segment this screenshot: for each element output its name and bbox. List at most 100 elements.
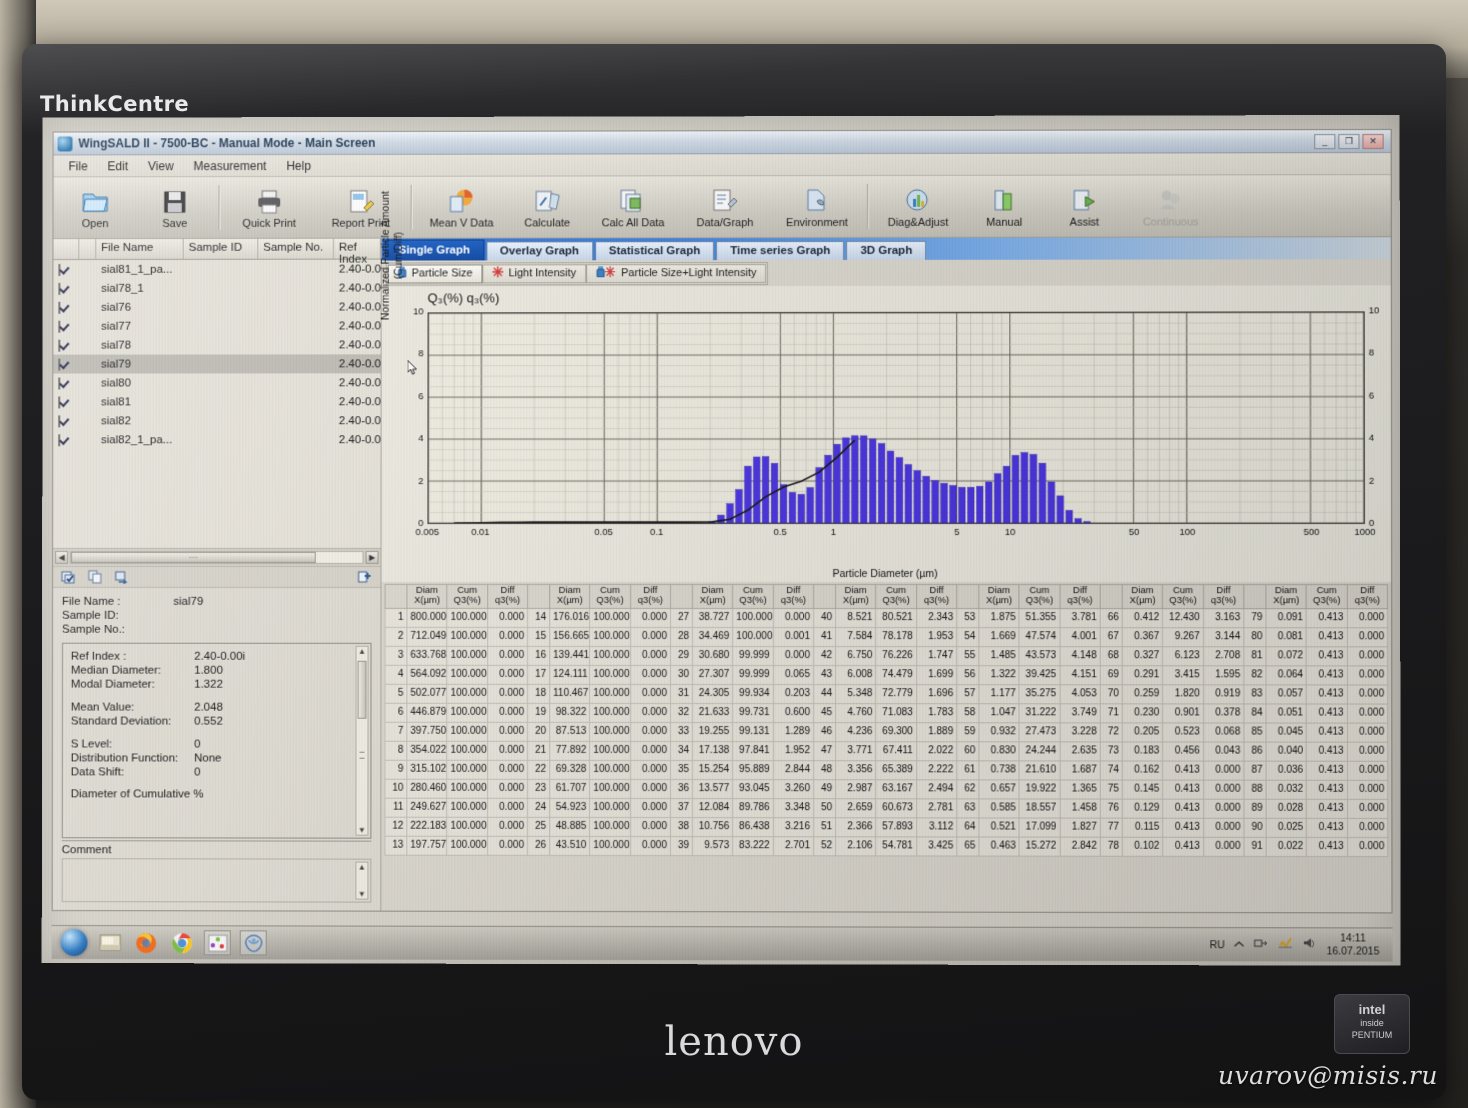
checkbox-checked-icon[interactable] xyxy=(58,377,60,389)
data-table-row[interactable]: 4 564.092 100.000 0.000 17 124.111 100.000 0.00… xyxy=(385,665,1388,685)
refresh-icon[interactable] xyxy=(115,570,130,584)
scroll-right-arrow[interactable]: ▶ xyxy=(366,551,379,564)
checkbox-checked-icon[interactable] xyxy=(58,396,60,408)
file-row-checkbox[interactable] xyxy=(53,358,79,370)
data-table-column-header[interactable]: Cum Q3(%) xyxy=(590,584,630,608)
file-row-checkbox[interactable] xyxy=(53,320,79,332)
column-file-name[interactable]: File Name xyxy=(96,239,183,259)
data-table-column-header[interactable]: Diff q3(%) xyxy=(1203,585,1244,609)
data-table-row[interactable]: 2 712.049 100.000 0.000 15 156.665 100.000 0.00… xyxy=(385,627,1388,646)
checkbox-checked-icon[interactable] xyxy=(58,263,60,275)
file-list-row[interactable]: sial78 2.40-0.00i xyxy=(53,335,380,354)
data-table-column-header[interactable]: Diff q3(%) xyxy=(630,584,670,608)
file-list-hscrollbar[interactable]: ◀ ⋯ ▶ xyxy=(53,548,380,566)
file-row-checkbox[interactable] xyxy=(53,396,79,408)
checkbox-checked-icon[interactable] xyxy=(58,358,60,370)
menu-edit[interactable]: Edit xyxy=(99,157,137,175)
checkbox-checked-icon[interactable] xyxy=(58,301,60,313)
data-table-row[interactable]: 12 222.183 100.000 0.000 25 48.885 100.000 0.00… xyxy=(385,817,1388,837)
data-table-column-header[interactable]: Diff q3(%) xyxy=(487,584,527,608)
statistics-scroll-thumb[interactable] xyxy=(358,661,367,719)
file-list-row[interactable]: sial76 2.40-0.00i xyxy=(53,297,380,316)
select-all-icon[interactable] xyxy=(61,570,76,584)
file-list-row[interactable]: sial77 2.40-0.00i xyxy=(53,316,380,335)
network-icon[interactable] xyxy=(1254,936,1269,954)
tab-3d-graph[interactable]: 3D Graph xyxy=(846,241,926,260)
toolbar-button-assist[interactable]: Assist xyxy=(1044,178,1124,235)
data-table-column-header[interactable]: Cum Q3(%) xyxy=(733,585,773,609)
subtab-particle-size-light-intensity[interactable]: Particle Size+Light Intensity xyxy=(586,264,766,283)
file-row-checkbox[interactable] xyxy=(53,339,79,351)
file-list-row[interactable]: sial82 2.40-0.00i xyxy=(53,411,380,430)
file-list-row[interactable]: sial81_1_pa... 2.40-0.00i xyxy=(53,260,380,279)
chrome-icon[interactable] xyxy=(168,930,195,955)
data-table-column-header[interactable]: Diam X(µm) xyxy=(1122,585,1163,609)
firefox-icon[interactable] xyxy=(132,930,159,955)
tab-overlay-graph[interactable]: Overlay Graph xyxy=(486,241,593,260)
menu-measurement[interactable]: Measurement xyxy=(185,157,276,175)
data-table-row[interactable]: 3 633.768 100.000 0.000 16 139.441 100.000 0.00… xyxy=(385,646,1388,666)
clock[interactable]: 14:11 16.07.2015 xyxy=(1326,932,1379,958)
checkbox-checked-icon[interactable] xyxy=(58,339,60,351)
tab-time-series-graph[interactable]: Time series Graph xyxy=(716,241,844,260)
scroll-thumb[interactable]: ⋯ xyxy=(71,552,316,563)
file-list-row[interactable]: sial78_1 2.40-0.00i xyxy=(53,279,380,298)
data-table-column-header[interactable]: Diff q3(%) xyxy=(916,585,956,609)
explorer-icon[interactable] xyxy=(96,930,123,955)
toolbar-button-manual[interactable]: Manual xyxy=(964,178,1044,235)
file-row-checkbox[interactable] xyxy=(53,415,79,427)
language-indicator[interactable]: RU xyxy=(1210,939,1225,951)
data-table-column-header[interactable]: Diff q3(%) xyxy=(1347,585,1388,609)
data-table-row[interactable]: 9 315.102 100.000 0.000 22 69.328 100.000 0.000… xyxy=(385,760,1388,780)
column-ref-index[interactable]: Ref Index xyxy=(334,239,381,259)
data-table-column-header[interactable]: Diff q3(%) xyxy=(1060,585,1100,609)
menu-file[interactable]: File xyxy=(60,157,97,175)
data-table-column-header[interactable]: Cum Q3(%) xyxy=(1019,585,1059,609)
start-orb-icon[interactable] xyxy=(61,929,88,956)
menu-view[interactable]: View xyxy=(139,157,183,175)
column-sample-id[interactable]: Sample ID xyxy=(184,239,259,259)
data-table-column-header[interactable]: Diam X(µm) xyxy=(693,584,733,608)
menu-help[interactable]: Help xyxy=(277,156,320,174)
action-center-icon[interactable] xyxy=(1278,936,1293,954)
minimize-button[interactable]: _ xyxy=(1314,134,1335,149)
comment-input[interactable]: ▲ ▼ xyxy=(62,858,372,902)
close-button[interactable]: ✕ xyxy=(1362,134,1383,149)
file-row-checkbox[interactable] xyxy=(53,301,79,313)
checkbox-checked-icon[interactable] xyxy=(58,415,60,427)
file-list-row[interactable]: sial79 2.40-0.00i xyxy=(53,354,380,373)
add-item-icon[interactable] xyxy=(358,570,373,584)
checkbox-checked-icon[interactable] xyxy=(58,282,60,294)
comment-scroll-up-arrow[interactable]: ▲ xyxy=(358,863,366,872)
volume-icon[interactable] xyxy=(1302,936,1317,954)
data-table-row[interactable]: 6 446.879 100.000 0.000 19 98.322 100.000 0.000… xyxy=(385,703,1388,723)
file-list-row[interactable]: sial80 2.40-0.00i xyxy=(53,373,380,392)
data-table-row[interactable]: 10 280.460 100.000 0.000 23 61.707 100.000 0.00… xyxy=(385,779,1388,799)
data-table-column-header[interactable]: Cum Q3(%) xyxy=(876,585,916,609)
toolbar-button-calculate[interactable]: Calculate xyxy=(507,178,587,235)
data-table-column-header[interactable]: Diff q3(%) xyxy=(773,585,813,609)
statistics-vscrollbar[interactable]: ▲ ▼ xyxy=(355,646,368,836)
toolbar-button-quick-print[interactable]: Quick Print xyxy=(223,179,315,236)
data-table-column-header[interactable]: Cum Q3(%) xyxy=(447,584,487,608)
restore-button[interactable]: ❐ xyxy=(1338,134,1359,149)
data-table-column-header[interactable]: Diam X(µm) xyxy=(979,585,1019,609)
comment-vscrollbar[interactable]: ▲ ▼ xyxy=(355,862,368,900)
data-table-column-header[interactable]: Diam X(µm) xyxy=(836,585,876,609)
data-table-row[interactable]: 1 800.000 100.000 0.000 14 176.016 100.000 0.00… xyxy=(385,608,1388,627)
copy-icon[interactable] xyxy=(88,570,103,584)
data-table-row[interactable]: 5 502.077 100.000 0.000 18 110.467 100.000 0.00… xyxy=(385,684,1388,704)
file-row-checkbox[interactable] xyxy=(53,282,79,294)
checkbox-checked-icon[interactable] xyxy=(58,320,60,332)
toolbar-button-mean-v-data[interactable]: Mean V Data xyxy=(416,179,508,236)
toolbar-button-save[interactable]: Save xyxy=(135,179,215,236)
show-hidden-icons-icon[interactable] xyxy=(1234,936,1245,954)
data-table-row[interactable]: 11 249.627 100.000 0.000 24 54.923 100.000 0.00… xyxy=(385,798,1388,818)
data-table-row[interactable]: 8 354.022 100.000 0.000 21 77.892 100.000 0.000… xyxy=(385,741,1388,761)
toolbar-button-environment[interactable]: Environment xyxy=(771,178,863,235)
data-table-row[interactable]: 13 197.757 100.000 0.000 26 43.510 100.000 0.00… xyxy=(385,836,1388,856)
scroll-up-arrow[interactable]: ▲ xyxy=(358,647,366,656)
column-sample-no[interactable]: Sample No. xyxy=(258,239,334,259)
file-row-checkbox[interactable] xyxy=(53,434,79,446)
toolbar-button-data-graph[interactable]: Data/Graph xyxy=(679,178,771,235)
